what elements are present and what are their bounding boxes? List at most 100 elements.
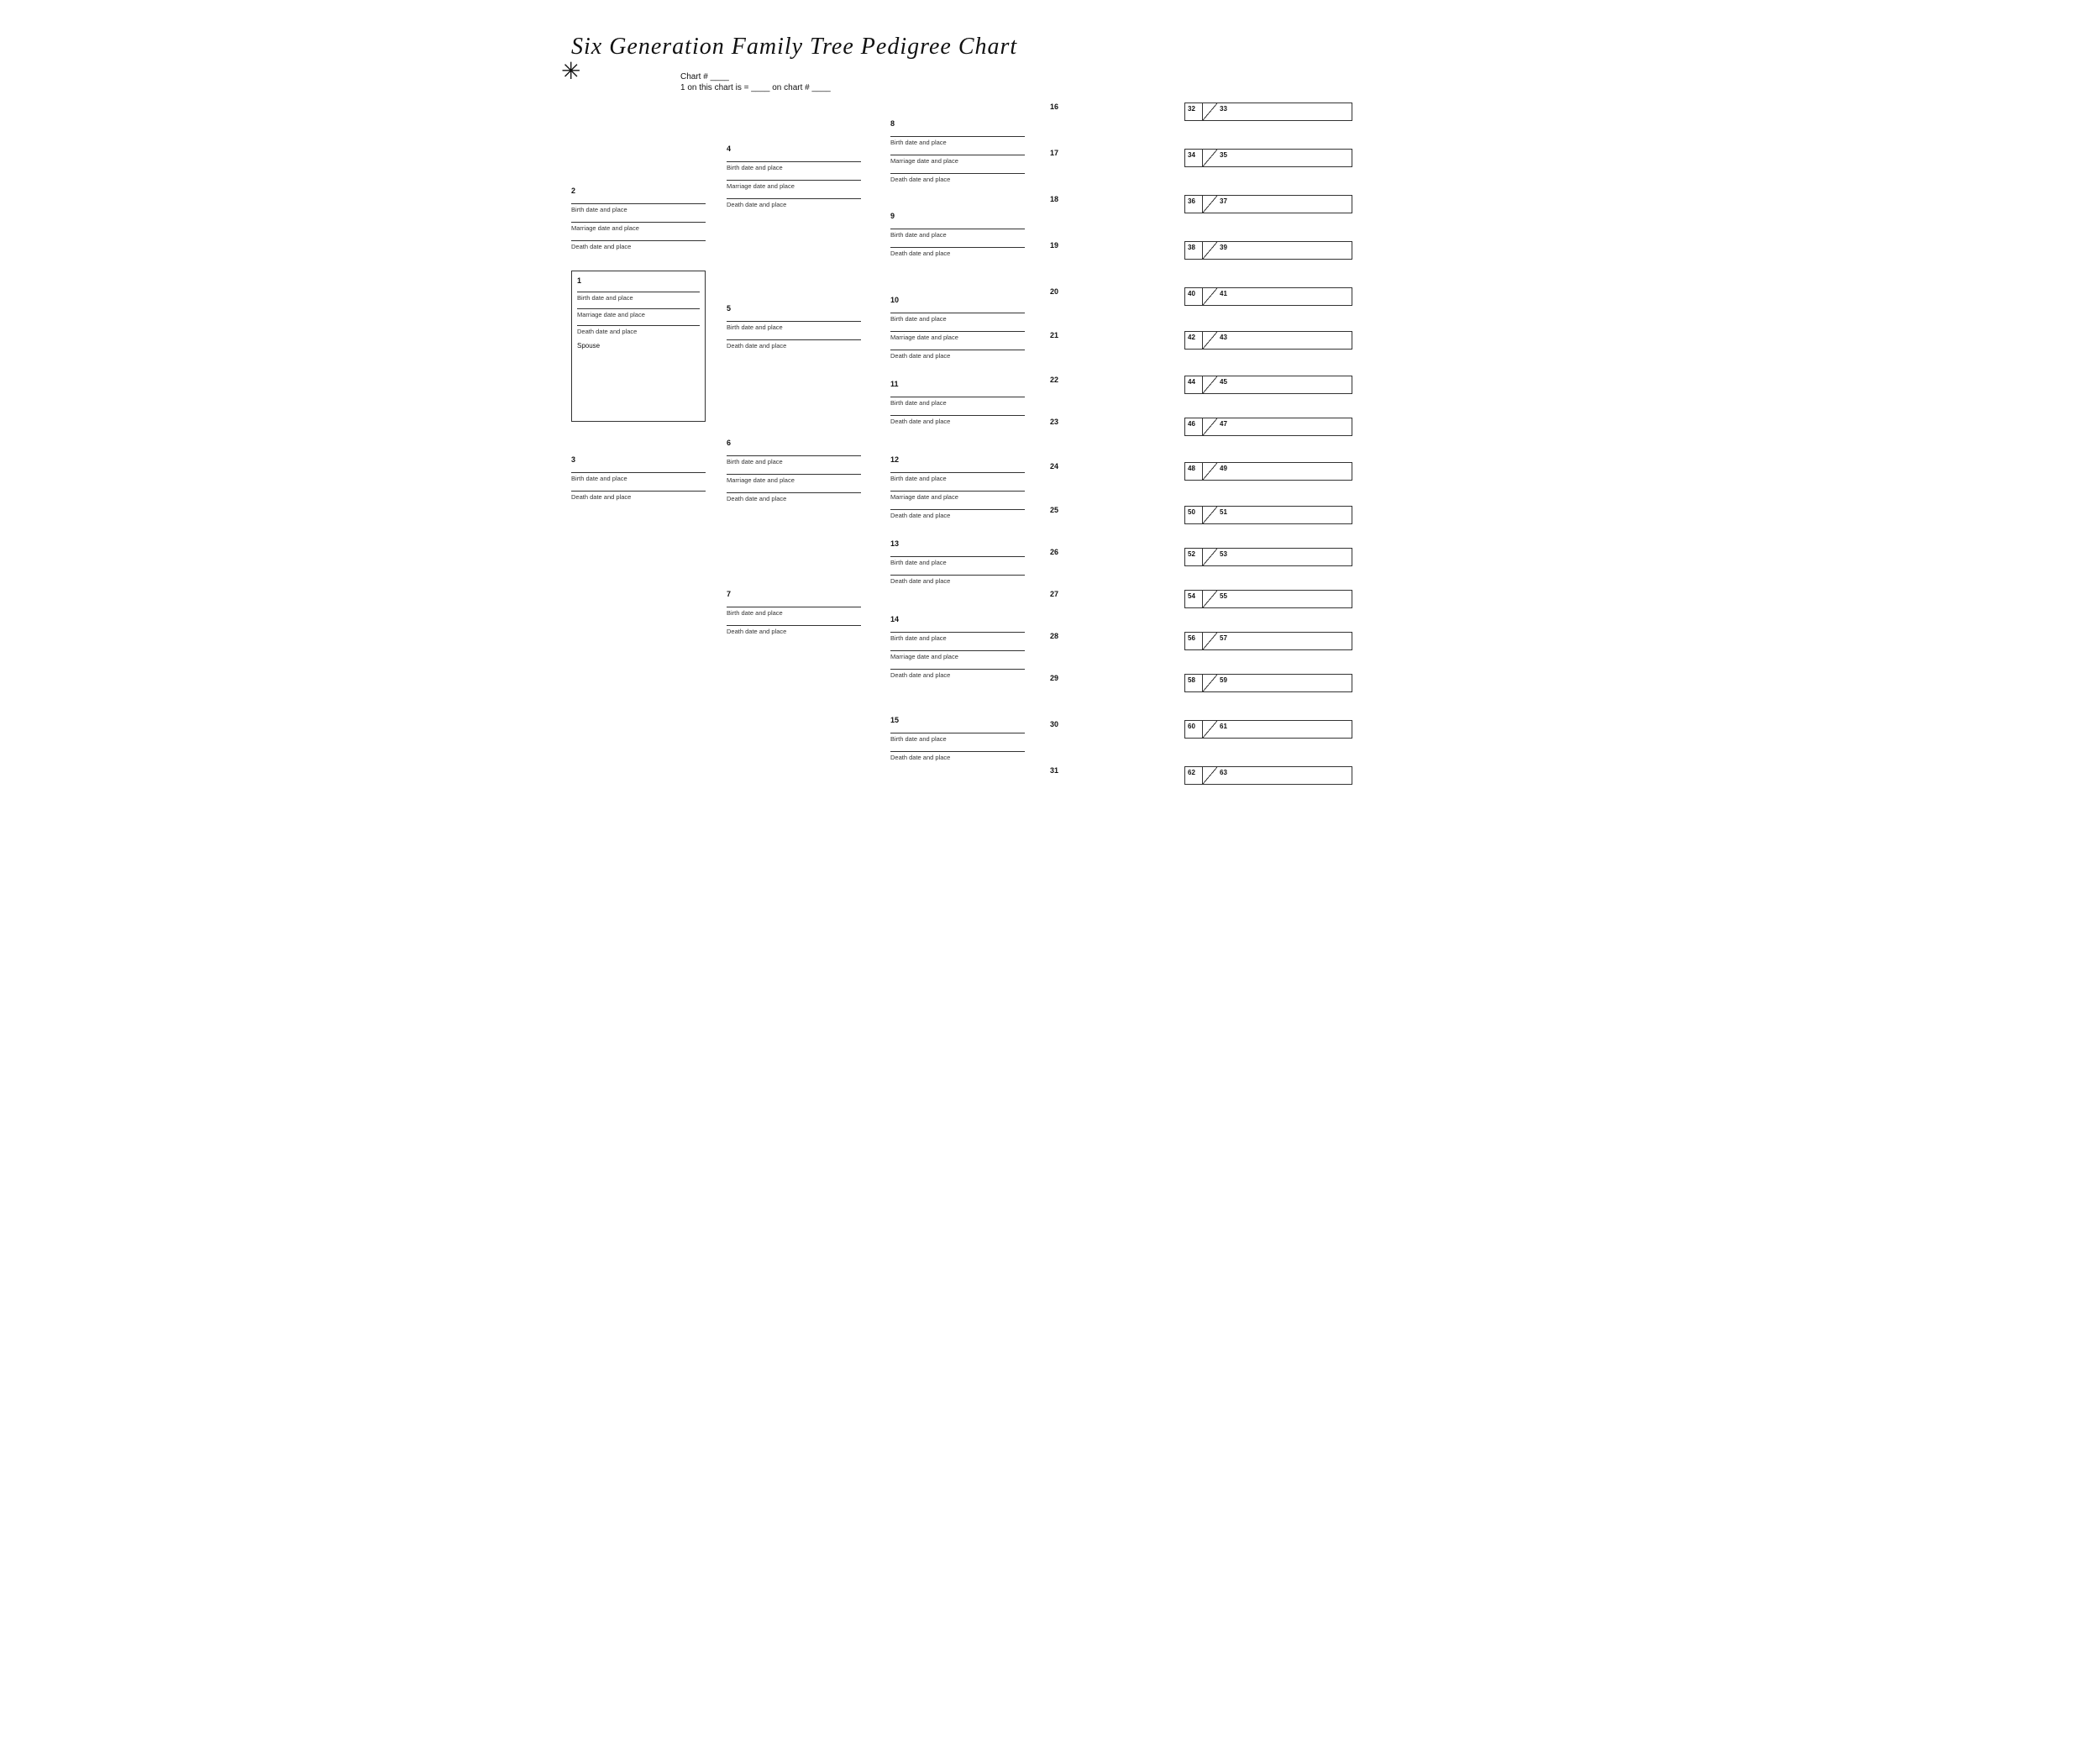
person-62-num: 62 [1185, 767, 1202, 784]
person-9-num: 9 [890, 212, 895, 220]
person-36-num: 36 [1185, 196, 1202, 213]
person-25-box: 25 [1050, 506, 1159, 514]
person-12-death: Death date and place [890, 512, 1025, 519]
person-57-num: 57 [1217, 633, 1230, 649]
person-18-num: 18 [1050, 195, 1058, 203]
person-31-box: 31 [1050, 766, 1159, 775]
person-37-num: 37 [1217, 196, 1230, 213]
person-56-57-box: 56 57 [1184, 632, 1352, 650]
person-7-box: 7 Birth date and place Death date and pl… [727, 590, 861, 635]
person-7-num: 7 [727, 590, 731, 598]
person-14-birth: Birth date and place [890, 634, 1025, 642]
person-26-box: 26 [1050, 548, 1159, 556]
person-7-birth: Birth date and place [727, 609, 861, 617]
person-4-birth: Birth date and place [727, 164, 861, 171]
person-1-death-label: Death date and place [577, 328, 700, 335]
person-36-37-box: 36 37 [1184, 195, 1352, 213]
person-4-num: 4 [727, 145, 731, 153]
person-10-marriage: Marriage date and place [890, 334, 1025, 341]
person-7-death: Death date and place [727, 628, 861, 635]
person-32-num: 32 [1185, 103, 1202, 120]
ref-label: 1 on this chart is = ____ on chart # ___… [680, 83, 831, 92]
chart-area: 1 Birth date and place Marriage date and… [571, 103, 1529, 892]
person-55-num: 55 [1217, 591, 1230, 607]
person-43-num: 43 [1217, 332, 1230, 349]
person-48-num: 48 [1185, 463, 1202, 480]
person-24-num: 24 [1050, 462, 1058, 471]
person-11-box: 11 Birth date and place Death date and p… [890, 380, 1025, 425]
person-8-box: 8 Birth date and place Marriage date and… [890, 119, 1025, 183]
person-2-marriage: Marriage date and place [571, 224, 706, 232]
person-14-marriage: Marriage date and place [890, 653, 1025, 660]
person-9-death: Death date and place [890, 250, 1025, 257]
person-56-num: 56 [1185, 633, 1202, 649]
person-59-num: 59 [1217, 675, 1230, 691]
person-14-death: Death date and place [890, 671, 1025, 679]
person-1-num: 1 [577, 276, 700, 285]
person-6-box: 6 Birth date and place Marriage date and… [727, 439, 861, 502]
person-19-box: 19 [1050, 241, 1159, 250]
person-2-death: Death date and place [571, 243, 706, 250]
person-29-num: 29 [1050, 674, 1058, 682]
person-12-num: 12 [890, 455, 899, 464]
person-17-box: 17 [1050, 149, 1159, 157]
person-10-birth: Birth date and place [890, 315, 1025, 323]
person-8-birth: Birth date and place [890, 139, 1025, 146]
person-3-death: Death date and place [571, 493, 706, 501]
person-14-box: 14 Birth date and place Marriage date an… [890, 615, 1025, 679]
person-15-box: 15 Birth date and place Death date and p… [890, 716, 1025, 761]
person-8-death: Death date and place [890, 176, 1025, 183]
person-14-num: 14 [890, 615, 899, 623]
person-24-box: 24 [1050, 462, 1159, 471]
person-9-box: 9 Birth date and place Death date and pl… [890, 212, 1025, 257]
person-35-num: 35 [1217, 150, 1230, 166]
person-6-num: 6 [727, 439, 731, 447]
person-4-marriage: Marriage date and place [727, 182, 861, 190]
person-58-59-box: 58 59 [1184, 674, 1352, 692]
person-19-num: 19 [1050, 241, 1058, 250]
person-3-num: 3 [571, 455, 575, 464]
person-54-num: 54 [1185, 591, 1202, 607]
person-10-death: Death date and place [890, 352, 1025, 360]
person-8-num: 8 [890, 119, 895, 128]
person-13-num: 13 [890, 539, 899, 548]
person-5-box: 5 Birth date and place Death date and pl… [727, 304, 861, 350]
person-6-death: Death date and place [727, 495, 861, 502]
page: Six Generation Family Tree Pedigree Char… [546, 0, 1554, 926]
person-23-box: 23 [1050, 418, 1159, 426]
person-12-box: 12 Birth date and place Marriage date an… [890, 455, 1025, 519]
person-33-num: 33 [1217, 103, 1230, 120]
person-40-num: 40 [1185, 288, 1202, 305]
person-52-53-box: 52 53 [1184, 548, 1352, 566]
person-34-num: 34 [1185, 150, 1202, 166]
person-4-box: 4 Birth date and place Marriage date and… [727, 145, 861, 208]
person-50-num: 50 [1185, 507, 1202, 523]
person-49-num: 49 [1217, 463, 1230, 480]
person-42-num: 42 [1185, 332, 1202, 349]
person-29-box: 29 [1050, 674, 1159, 682]
person-13-death: Death date and place [890, 577, 1025, 585]
person-31-num: 31 [1050, 766, 1058, 775]
person-15-num: 15 [890, 716, 899, 724]
person-23-num: 23 [1050, 418, 1058, 426]
person-60-61-box: 60 61 [1184, 720, 1352, 739]
person-39-num: 39 [1217, 242, 1230, 259]
person-45-num: 45 [1217, 376, 1230, 393]
person-34-35-box: 34 35 [1184, 149, 1352, 167]
person-4-death: Death date and place [727, 201, 861, 208]
title: Six Generation Family Tree Pedigree Char… [571, 34, 1529, 60]
person-26-num: 26 [1050, 548, 1058, 556]
person-22-num: 22 [1050, 376, 1058, 384]
person-5-death: Death date and place [727, 342, 861, 350]
person-6-birth: Birth date and place [727, 458, 861, 465]
person-3-birth: Birth date and place [571, 475, 706, 482]
person-63-num: 63 [1217, 767, 1230, 784]
person-54-55-box: 54 55 [1184, 590, 1352, 608]
person-44-45-box: 44 45 [1184, 376, 1352, 394]
person-1-marriage-label: Marriage date and place [577, 311, 700, 318]
person-28-num: 28 [1050, 632, 1058, 640]
person-30-box: 30 [1050, 720, 1159, 728]
person-42-43-box: 42 43 [1184, 331, 1352, 350]
person-46-47-box: 46 47 [1184, 418, 1352, 436]
person-15-death: Death date and place [890, 754, 1025, 761]
